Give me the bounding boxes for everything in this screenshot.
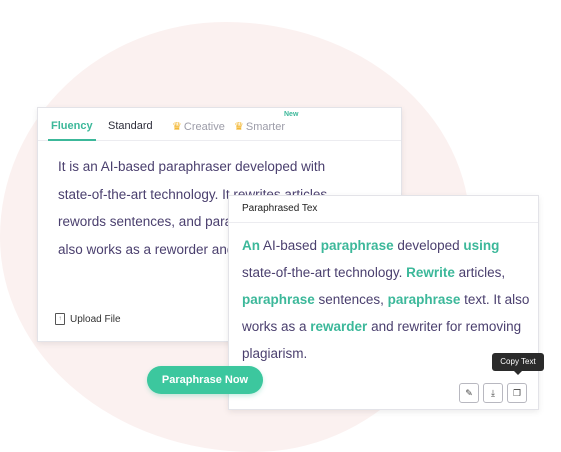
- new-badge: New: [284, 111, 299, 118]
- output-header: Paraphrased Tex: [229, 196, 538, 223]
- copy-tooltip: Copy Text: [492, 353, 544, 375]
- output-text-segment: articles,: [454, 265, 506, 280]
- mode-tabs: Fluency Standard ♛ Creative ♛ Smarter New: [38, 108, 401, 141]
- highlighted-word: An: [242, 238, 260, 253]
- tab-creative[interactable]: ♛ Creative: [172, 120, 225, 133]
- highlighted-word: paraphrase: [242, 292, 315, 307]
- upload-file-button[interactable]: ↑ Upload File: [55, 313, 121, 325]
- highlighted-word: using: [463, 238, 500, 253]
- output-text-segment: sentences,: [314, 292, 388, 307]
- output-text-segment: AI-based: [260, 238, 321, 253]
- tab-fluency[interactable]: Fluency: [48, 120, 96, 141]
- tab-standard[interactable]: Standard: [108, 120, 153, 132]
- paraphrase-now-button[interactable]: Paraphrase Now: [147, 366, 263, 394]
- download-button[interactable]: ⤓: [483, 383, 503, 403]
- output-text: An AI-based paraphrase developed using s…: [242, 232, 532, 367]
- highlighted-word: paraphrase: [320, 238, 394, 253]
- output-card: Paraphrased Tex An AI-based paraphrase d…: [228, 195, 539, 410]
- copy-button[interactable]: ❐: [507, 383, 527, 403]
- output-text-segment: developed: [393, 238, 464, 253]
- crown-icon: ♛: [172, 121, 182, 133]
- upload-file-label: Upload File: [70, 313, 121, 325]
- file-icon: ↑: [55, 313, 65, 325]
- highlighted-word: paraphrase: [387, 292, 461, 307]
- pencil-icon: ✎: [465, 388, 473, 398]
- input-line: It is an AI-based paraphraser developed …: [58, 159, 326, 174]
- edit-button[interactable]: ✎: [459, 383, 479, 403]
- tab-creative-label: Creative: [183, 121, 225, 133]
- tab-smarter-label: Smarter: [245, 121, 285, 133]
- crown-icon: ♛: [234, 121, 244, 133]
- copy-icon: ❐: [512, 388, 522, 398]
- tab-smarter[interactable]: ♛ Smarter: [234, 120, 285, 133]
- highlighted-word: rewarder: [310, 319, 368, 334]
- output-text-segment: state-of-the-art technology.: [242, 265, 407, 280]
- highlighted-word: Rewrite: [406, 265, 455, 280]
- download-icon: ⤓: [491, 388, 495, 398]
